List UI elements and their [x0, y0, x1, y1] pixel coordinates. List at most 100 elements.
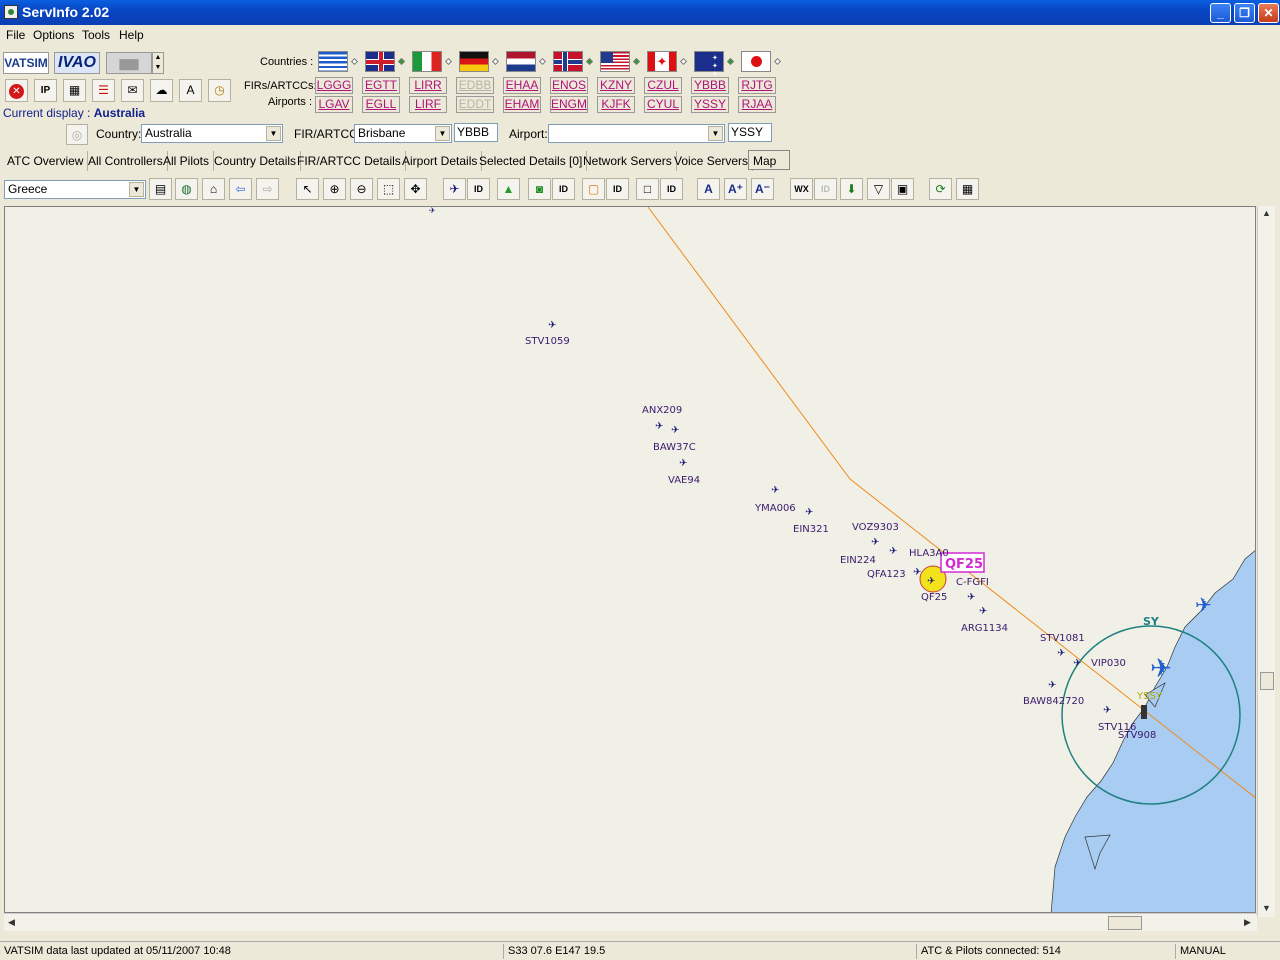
aircraft-icon[interactable]: ✈ — [429, 207, 436, 215]
tab-atc-overview[interactable]: ATC Overview — [3, 151, 89, 171]
aircraft-icon[interactable]: ✈ — [1057, 648, 1065, 659]
aircraft-icon[interactable]: ✈ — [889, 546, 897, 557]
clock-icon[interactable]: ◷ — [208, 79, 231, 102]
flag-uk-button[interactable] — [365, 51, 395, 72]
aircraft-icon[interactable]: ✈ — [1073, 658, 1081, 669]
grid-icon[interactable]: ▦ — [63, 79, 86, 102]
forward-arrow-icon[interactable]: ⇨ — [256, 178, 279, 200]
aircraft-icon[interactable]: ✈ — [967, 592, 975, 603]
atc-id-toggle[interactable]: ID — [552, 178, 575, 200]
menu-file[interactable]: File — [6, 28, 25, 42]
ip-icon[interactable]: IP — [34, 79, 57, 102]
map-horizontal-scrollbar[interactable]: ◀ ▶ — [4, 913, 1257, 931]
map-region-select[interactable]: Greece ▼ — [4, 180, 146, 199]
fir-lirr-button[interactable]: LIRR — [409, 77, 447, 94]
chevron-down-icon[interactable]: ▼ — [435, 126, 450, 141]
menu-tools[interactable]: Tools — [82, 28, 110, 42]
fir-enos-button[interactable]: ENOS — [550, 77, 588, 94]
fir-id-toggle[interactable]: ID — [606, 178, 629, 200]
pan-icon[interactable]: ✥ — [404, 178, 427, 200]
tab-voice-servers[interactable]: Voice Servers — [670, 151, 754, 171]
chevron-down-icon[interactable]: ▼ — [266, 126, 281, 141]
flag-australia-button[interactable]: ✦ ✦ ✦ — [694, 51, 724, 78]
flag-italy-button[interactable] — [412, 51, 442, 72]
locate-icon[interactable]: ◎ — [66, 124, 88, 145]
airport-yssy-button[interactable]: YSSY — [691, 96, 729, 113]
minimize-button[interactable]: _ — [1210, 3, 1231, 23]
network-spinner[interactable]: ▲ ▼ — [152, 52, 164, 74]
scroll-down-icon[interactable]: ▼ — [1262, 903, 1271, 913]
aircraft-icon[interactable]: ✈ — [979, 606, 987, 617]
scroll-left-icon[interactable]: ◀ — [8, 917, 15, 928]
fir-czul-button[interactable]: CZUL — [644, 77, 682, 94]
font-icon[interactable]: A — [697, 178, 720, 200]
map-canvas[interactable]: SY YSSY QF25 ✈ STV1059 ANX209 ✈ ✈ BAW37C… — [4, 206, 1256, 913]
aircraft-icon[interactable]: ✈ — [671, 425, 679, 436]
disconnect-icon[interactable]: ✕ — [5, 79, 28, 102]
aircraft-icon[interactable]: ✈ — [913, 567, 921, 578]
scroll-right-icon[interactable]: ▶ — [1244, 917, 1251, 928]
maximize-button[interactable]: ❐ — [1234, 3, 1255, 23]
refresh-icon[interactable]: ⟳ — [929, 178, 952, 200]
fir-rjtg-button[interactable]: RJTG — [738, 77, 776, 94]
atis-icon[interactable]: A — [179, 79, 202, 102]
aircraft-icon[interactable]: ✈ — [927, 576, 935, 587]
airport-lgav-button[interactable]: LGAV — [315, 96, 353, 113]
font-increase-icon[interactable]: A⁺ — [724, 178, 747, 200]
map-options-icon[interactable]: ▦ — [956, 178, 979, 200]
filter-settings-icon[interactable]: ▣ — [891, 178, 914, 200]
flag-usa-button[interactable] — [600, 51, 630, 72]
flag-canada-button[interactable]: ✦ — [647, 51, 677, 72]
font-decrease-icon[interactable]: A⁻ — [751, 178, 774, 200]
scroll-up-icon[interactable]: ▲ — [1262, 208, 1271, 218]
flag-greece-button[interactable] — [318, 51, 348, 72]
tab-airport-details[interactable]: Airport Details — [398, 151, 483, 171]
tab-all-pilots[interactable]: All Pilots — [159, 151, 215, 171]
flag-germany-button[interactable] — [459, 51, 489, 72]
aircraft-icon[interactable]: ✈ — [1103, 705, 1111, 716]
traffic-icon[interactable]: ▲ — [497, 178, 520, 200]
zoom-out-icon[interactable]: ⊖ — [350, 178, 373, 200]
show-pilots-icon[interactable]: ✈ — [443, 178, 466, 200]
airport-cyul-button[interactable]: CYUL — [644, 96, 682, 113]
menu-options[interactable]: Options — [33, 28, 74, 42]
airport-kjfk-button[interactable]: KJFK — [597, 96, 635, 113]
globe-icon[interactable]: ◍ — [175, 178, 198, 200]
menu-help[interactable]: Help — [119, 28, 144, 42]
pilot-id-toggle[interactable]: ID — [467, 178, 490, 200]
weather-icon[interactable]: ☁ — [150, 79, 173, 102]
fir-ybbb-button[interactable]: YBBB — [691, 77, 729, 94]
tab-network-servers[interactable]: Network Servers — [579, 151, 677, 171]
airport-rjaa-button[interactable]: RJAA — [738, 96, 776, 113]
weather-toggle[interactable]: WX — [790, 178, 813, 200]
close-button[interactable]: ✕ — [1258, 3, 1279, 23]
list-icon[interactable]: ☰ — [92, 79, 115, 102]
map-vertical-scrollbar[interactable]: ▲ ▼ — [1257, 206, 1275, 917]
tab-selected-details[interactable]: Selected Details [0] — [475, 151, 588, 171]
chevron-down-icon[interactable]: ▼ — [708, 126, 723, 141]
airport-eddt-button[interactable]: EDDT — [456, 96, 494, 113]
flag-norway-button[interactable] — [553, 51, 583, 72]
select-pointer-icon[interactable]: ↖ — [296, 178, 319, 200]
zoom-in-icon[interactable]: ⊕ — [323, 178, 346, 200]
airport-select[interactable]: ▼ — [548, 124, 725, 143]
show-atc-icon[interactable]: ◙ — [528, 178, 551, 200]
vatsim-logo-button[interactable]: VATSIM — [3, 52, 49, 74]
aircraft-icon[interactable]: ✈ — [548, 320, 556, 331]
aircraft-icon[interactable]: ✈ — [871, 537, 879, 548]
aircraft-icon[interactable]: ✈ — [1195, 593, 1212, 617]
fir-code-field[interactable]: YBBB — [454, 123, 498, 142]
aircraft-icon[interactable]: ✈ — [1150, 654, 1172, 684]
tab-map[interactable]: Map — [748, 150, 790, 170]
airport-lirf-button[interactable]: LIRF — [409, 96, 447, 113]
aircraft-icon[interactable]: ✈ — [1048, 680, 1056, 691]
aircraft-icon[interactable]: ✈ — [805, 507, 813, 518]
home-icon[interactable]: ⌂ — [202, 178, 225, 200]
airport-egll-button[interactable]: EGLL — [362, 96, 400, 113]
tab-fir-details[interactable]: FIR/ARTCC Details — [293, 151, 406, 171]
ivao-logo-button[interactable]: IVAO — [54, 52, 100, 74]
filter-icon[interactable]: ▽ — [867, 178, 890, 200]
fir-edbb-button[interactable]: EDBB — [456, 77, 494, 94]
aircraft-icon[interactable]: ✈ — [655, 421, 663, 432]
country-select[interactable]: Australia ▼ — [141, 124, 283, 143]
